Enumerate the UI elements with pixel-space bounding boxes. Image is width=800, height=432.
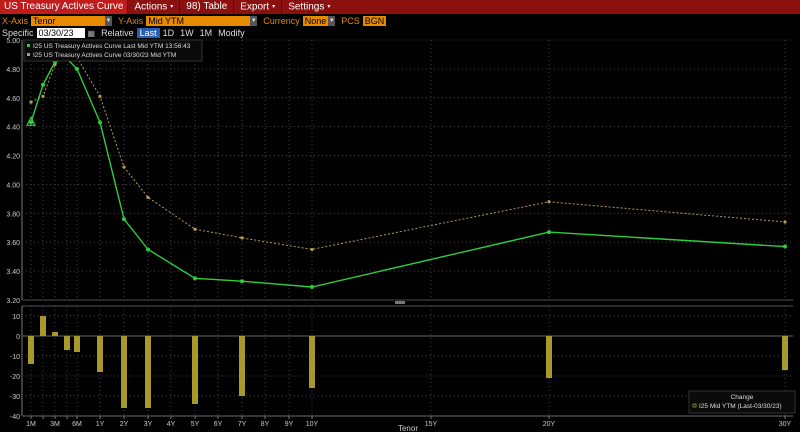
- top-y-tick-label: 4.20: [6, 154, 20, 161]
- last-curve-point: [41, 82, 45, 87]
- x-tick-label: 3Y: [144, 421, 153, 428]
- bottom-y-tick-label: -20: [10, 374, 20, 381]
- change-bar: [121, 336, 127, 408]
- bottom-y-tick-label: -10: [10, 354, 20, 361]
- x-axis-label: Tenor: [398, 424, 418, 432]
- top-y-tick-label: 3.60: [6, 240, 20, 247]
- legend-swatch-last: [27, 44, 30, 47]
- last-curve-line: [30, 58, 786, 288]
- x-tick-label: 3M: [50, 421, 60, 428]
- last-curve-point: [783, 244, 787, 249]
- legend-entry-previous: I25 US Treasury Actives Curve 03/30/23 M…: [33, 52, 176, 59]
- last-curve-point: [98, 120, 102, 125]
- bottom-y-tick-label: 0: [16, 334, 20, 341]
- top-y-tick-label: 5.00: [6, 38, 20, 45]
- previous-curve-point: [146, 195, 150, 200]
- change-bar: [782, 336, 788, 370]
- last-curve-point: [75, 66, 79, 71]
- top-y-tick-label: 3.80: [6, 211, 20, 218]
- previous-curve-point: [310, 247, 314, 252]
- bottom-legend-title: Change: [731, 394, 754, 401]
- top-y-tick-label: 4.80: [6, 67, 20, 74]
- change-bar: [97, 336, 103, 372]
- bottom-y-tick-label: -40: [10, 414, 20, 421]
- previous-curve-point: [547, 200, 551, 204]
- last-curve-point: [146, 247, 150, 252]
- top-y-tick-label: 4.60: [6, 96, 20, 103]
- x-tick-label: 9Y: [285, 421, 294, 428]
- legend-entry-change: I25 Mid YTM (Last-03/30/23): [699, 403, 782, 410]
- x-tick-label: 6M: [72, 421, 82, 428]
- last-curve-point: [122, 217, 126, 222]
- previous-curve-point: [41, 94, 45, 98]
- change-bar: [74, 336, 80, 352]
- top-y-tick-label: 3.40: [6, 269, 20, 276]
- x-tick-label: 20Y: [543, 421, 556, 428]
- legend-swatch-previous: [27, 53, 30, 56]
- yield-curve-chart: 3.20 3.40 3.60 3.80 4.00 4.20 4.40 4.60 4.80 5.00…: [6, 38, 796, 432]
- top-y-tick-label: 4.40: [6, 125, 20, 132]
- x-tick-label: 15Y: [425, 421, 438, 428]
- top-y-tick-label: 4.00: [6, 182, 20, 189]
- legend-entry-last: I25 US Treasury Actives Curve Last Mid Y…: [33, 43, 191, 50]
- change-bar: [64, 336, 70, 350]
- change-bar: [309, 336, 315, 388]
- previous-curve-point: [783, 220, 787, 224]
- change-bar: [40, 316, 46, 336]
- previous-curve-point: [240, 236, 244, 240]
- x-tick-label: 4Y: [167, 421, 176, 428]
- x-tick-label: 2Y: [120, 421, 129, 428]
- previous-curve-point: [193, 227, 197, 231]
- last-curve-point: [193, 276, 197, 281]
- x-tick-label: 6Y: [214, 421, 223, 428]
- x-tick-label: 1M: [26, 421, 36, 428]
- x-tick-label: 7Y: [238, 421, 247, 428]
- previous-curve-point: [122, 165, 126, 169]
- panel-splitter-handle: [395, 301, 405, 304]
- x-tick-label: 30Y: [779, 421, 792, 428]
- change-bar: [546, 336, 552, 378]
- x-tick-label: 1Y: [96, 421, 105, 428]
- change-bar: [239, 336, 245, 396]
- x-tick-label: 8Y: [261, 421, 270, 428]
- change-bar: [145, 336, 151, 408]
- top-y-tick-label: 3.20: [6, 298, 20, 305]
- bottom-y-tick-label: -30: [10, 394, 20, 401]
- change-bar: [52, 332, 58, 336]
- previous-curve-point: [29, 100, 33, 104]
- last-curve-point: [240, 279, 244, 284]
- previous-curve-point: [98, 94, 102, 98]
- x-tick-label: 10Y: [306, 421, 319, 428]
- x-tick-label: 5Y: [191, 421, 200, 428]
- bottom-y-tick-label: 10: [12, 314, 20, 321]
- last-curve-point: [310, 285, 314, 289]
- last-curve-point: [547, 230, 551, 235]
- change-bar: [28, 336, 34, 364]
- change-bar: [192, 336, 198, 404]
- previous-curve-line: [30, 47, 786, 250]
